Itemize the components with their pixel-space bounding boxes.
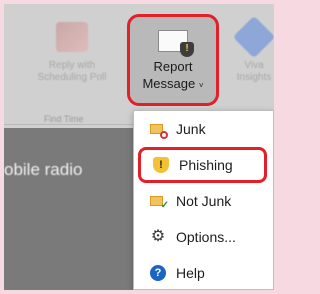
menu-item-junk[interactable]: Junk xyxy=(134,111,273,147)
report-message-dropdown: Junk ! Phishing ✓ Not Junk ⚙ Options... … xyxy=(133,110,274,290)
menu-item-options[interactable]: ⚙ Options... xyxy=(134,219,273,255)
viva-insights-button[interactable]: Viva Insights xyxy=(228,15,274,84)
find-time-group-label: Find Time xyxy=(44,114,84,124)
envelope-icon: ! xyxy=(158,30,194,57)
report-label-line1: Report xyxy=(153,59,193,74)
menu-item-label: Not Junk xyxy=(176,193,232,209)
calendar-icon xyxy=(56,22,88,52)
report-label-line2: Message ˅ xyxy=(130,75,216,94)
reply-with-scheduling-poll-button[interactable]: Reply with Scheduling Poll xyxy=(20,22,124,84)
viva-insights-label: Viva Insights xyxy=(236,60,272,83)
reply-with-scheduling-poll-label: Reply with Scheduling Poll xyxy=(37,60,107,83)
outlook-window: Reply with Scheduling Poll Find Time ! R… xyxy=(4,4,274,290)
menu-item-phishing[interactable]: ! Phishing xyxy=(138,147,267,183)
gear-icon: ⚙ xyxy=(150,228,166,245)
viva-insights-icon xyxy=(232,15,274,59)
menu-item-not-junk[interactable]: ✓ Not Junk xyxy=(134,183,273,219)
report-message-button[interactable]: ! Report Message ˅ xyxy=(127,14,219,106)
menu-item-help[interactable]: ? Help xyxy=(134,255,273,290)
message-preview-text: obile radio xyxy=(4,160,83,179)
junk-icon xyxy=(150,121,168,139)
menu-item-label: Options... xyxy=(176,229,236,245)
help-icon: ? xyxy=(150,265,166,281)
shield-warning-icon: ! xyxy=(180,42,194,57)
chevron-down-icon: ˅ xyxy=(198,81,204,90)
not-junk-icon: ✓ xyxy=(150,193,169,211)
report-label-message: Message xyxy=(142,76,196,91)
menu-item-label: Phishing xyxy=(179,157,233,173)
menu-item-label: Junk xyxy=(176,121,206,137)
phishing-shield-icon: ! xyxy=(153,157,169,173)
menu-item-label: Help xyxy=(176,265,205,281)
